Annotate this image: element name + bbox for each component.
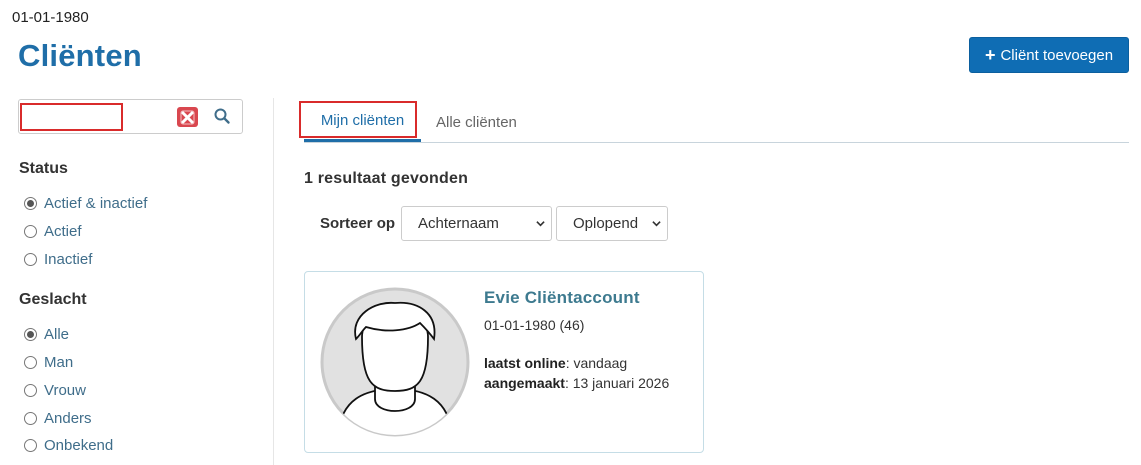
plus-icon: +: [984, 45, 996, 65]
search-box: [18, 99, 243, 134]
page-title: Cliënten: [18, 38, 142, 73]
radio-checked-icon: [24, 328, 37, 341]
gender-option-male[interactable]: Man: [24, 354, 73, 371]
gender-option-female[interactable]: Vrouw: [24, 382, 86, 399]
radio-icon: [24, 412, 37, 425]
tab-all-clients[interactable]: Alle cliënten: [436, 102, 517, 142]
radio-icon: [24, 225, 37, 238]
client-dob: 01-01-1980 (46): [484, 317, 585, 333]
status-option-active[interactable]: Actief: [24, 223, 82, 240]
radio-icon: [24, 384, 37, 397]
radio-checked-icon: [24, 197, 37, 210]
client-name[interactable]: Evie Cliëntaccount: [484, 288, 640, 308]
tabs-divider: [304, 142, 1129, 143]
gender-option-all[interactable]: Alle: [24, 326, 69, 343]
chevron-down-icon: [536, 221, 545, 227]
add-client-label: Cliënt toevoegen: [1000, 46, 1114, 64]
gender-heading: Geslacht: [19, 291, 87, 308]
radio-icon: [24, 356, 37, 369]
result-count: 1 resultaat gevonden: [304, 170, 469, 187]
clear-icon[interactable]: [177, 107, 198, 127]
avatar-placeholder: [320, 287, 470, 437]
tab-my-clients[interactable]: Mijn cliënten: [304, 102, 421, 142]
client-last-online: laatst online: vandaag: [484, 355, 628, 371]
sort-order-select[interactable]: Oplopend: [556, 206, 668, 241]
add-client-button[interactable]: + Cliënt toevoegen: [969, 37, 1129, 73]
status-option-inactive[interactable]: Inactief: [24, 251, 92, 268]
gender-option-other[interactable]: Anders: [24, 410, 92, 427]
radio-icon: [24, 439, 37, 452]
sort-field-select[interactable]: Achternaam: [401, 206, 552, 241]
sidebar-divider: [273, 98, 274, 465]
status-heading: Status: [19, 160, 68, 177]
search-input[interactable]: [2, 5, 104, 29]
radio-icon: [24, 253, 37, 266]
client-created: aangemaakt: 13 januari 2026: [484, 375, 670, 391]
sort-label: Sorteer op: [320, 215, 396, 232]
search-icon[interactable]: [213, 107, 231, 125]
status-option-active-inactive[interactable]: Actief & inactief: [24, 195, 147, 212]
gender-option-unknown[interactable]: Onbekend: [24, 437, 113, 454]
chevron-down-icon: [652, 221, 661, 227]
